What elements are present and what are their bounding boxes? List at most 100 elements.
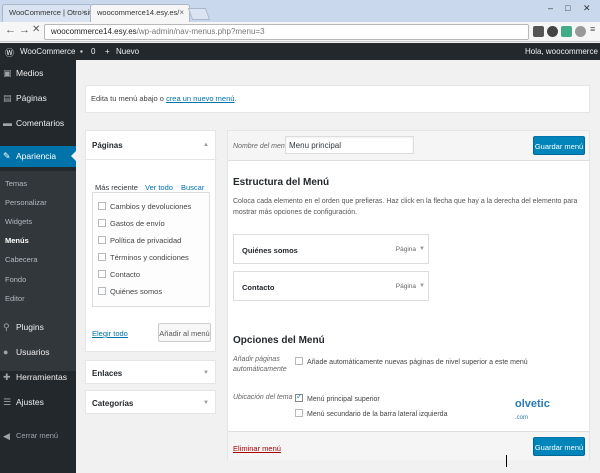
- checkbox[interactable]: [295, 409, 303, 417]
- sidebar-item-label: Comentarios: [16, 118, 65, 128]
- list-item[interactable]: Política de privacidad: [98, 236, 181, 245]
- tab-mas-reciente[interactable]: Más reciente: [95, 183, 138, 192]
- checkbox-checked[interactable]: [295, 392, 303, 402]
- structure-description: Coloca cada elemento en el orden que pre…: [233, 198, 578, 216]
- admin-sidebar: ▣ Medios ▤ Páginas ▬ Comentarios ✎ Apari…: [0, 60, 76, 473]
- structure-title: Estructura del Menú: [233, 177, 330, 188]
- sidebar-item-herramientas[interactable]: ✚ Herramientas: [0, 369, 76, 387]
- sidebar-item-ajustes[interactable]: ☰ Ajustes: [0, 394, 76, 412]
- list-item[interactable]: Cambios y devoluciones: [98, 202, 191, 211]
- checkbox[interactable]: [98, 270, 106, 278]
- collapse-up-icon[interactable]: ▲: [203, 142, 209, 148]
- menu-name-input[interactable]: [285, 136, 414, 154]
- location-secondary[interactable]: Menú secundario de la barra lateral izqu…: [295, 409, 447, 418]
- sidebar-item-usuarios[interactable]: ● Usuarios: [0, 344, 76, 362]
- expand-down-icon[interactable]: ▼: [419, 246, 425, 252]
- wordpress-icon[interactable]: Ⓦ: [5, 46, 14, 59]
- new-tab-button[interactable]: [187, 8, 211, 20]
- stop-icon[interactable]: ✕: [32, 24, 40, 35]
- checkbox[interactable]: [98, 287, 106, 295]
- checkbox[interactable]: [295, 357, 303, 365]
- tab-ver-todo[interactable]: Ver todo: [145, 183, 173, 192]
- pages-checklist: Cambios y devoluciones Gastos de envío P…: [92, 192, 210, 307]
- site-name[interactable]: WooCommerce: [20, 47, 75, 56]
- submenu-cabecera[interactable]: Cabecera: [5, 255, 38, 264]
- submenu-menus[interactable]: Menús: [5, 236, 29, 245]
- menu-item-quienes-somos[interactable]: Quiénes somos Página ▼: [233, 234, 429, 264]
- gear-icon[interactable]: [547, 26, 558, 37]
- auto-add-option[interactable]: Añade automáticamente nuevas páginas de …: [295, 357, 528, 366]
- tab-buscar[interactable]: Buscar: [181, 183, 204, 192]
- browser-tab-active[interactable]: woocommerce14.esy.es/ ×: [90, 4, 190, 22]
- close-tab-icon[interactable]: ×: [81, 8, 86, 17]
- expand-down-icon[interactable]: ▼: [419, 283, 425, 289]
- qr-icon[interactable]: [533, 26, 544, 37]
- list-item[interactable]: Quiénes somos: [98, 287, 162, 296]
- tools-icon: ✚: [3, 372, 11, 382]
- list-item[interactable]: Términos y condiciones: [98, 253, 189, 262]
- url-path: /wp-admin/nav-menus.php?menu=3: [136, 27, 265, 36]
- submenu-fondo[interactable]: Fondo: [5, 275, 26, 284]
- mouse-cursor: [506, 455, 512, 467]
- expand-down-icon[interactable]: ▼: [203, 400, 209, 406]
- users-icon: ●: [3, 347, 9, 357]
- user-greeting[interactable]: Hola, woocommerce: [525, 47, 598, 56]
- location-primary[interactable]: Menú principal superior: [295, 392, 380, 403]
- save-menu-button[interactable]: Guardar menú: [533, 136, 585, 155]
- collapse-icon: ◀: [3, 431, 10, 441]
- sidebar-collapse[interactable]: ◀ Cerrar menú: [0, 428, 76, 446]
- minimize-icon[interactable]: –: [548, 3, 553, 13]
- checkbox[interactable]: [98, 236, 106, 244]
- settings-icon: ☰: [3, 397, 12, 407]
- tab-title: woocommerce14.esy.es/: [97, 8, 180, 17]
- add-to-menu-button[interactable]: Añadir al menú: [158, 323, 211, 342]
- back-icon[interactable]: ←: [5, 24, 16, 36]
- new-content-link[interactable]: Nuevo: [116, 47, 139, 56]
- menu-name-label: Nombre del menú: [233, 143, 289, 150]
- extension-icon[interactable]: [561, 26, 572, 37]
- plus-icon[interactable]: +: [105, 47, 110, 56]
- edit-menu-notice: Edita tu menú abajo o crea un nuevo menú…: [85, 85, 590, 113]
- expand-down-icon[interactable]: ▼: [203, 370, 209, 376]
- links-box-title: Enlaces: [92, 369, 123, 378]
- address-bar[interactable]: woocommerce14.esy.es/wp-admin/nav-menus.…: [44, 24, 529, 40]
- forward-icon[interactable]: →: [19, 24, 30, 36]
- sidebar-item-medios[interactable]: ▣ Medios: [0, 65, 76, 83]
- checkbox[interactable]: [98, 202, 106, 210]
- submenu-widgets[interactable]: Widgets: [5, 217, 32, 226]
- comment-icon[interactable]: ▪: [80, 47, 83, 56]
- maximize-icon[interactable]: □: [565, 3, 570, 13]
- submenu-editor[interactable]: Editor: [5, 294, 25, 303]
- close-window-icon[interactable]: ✕: [583, 3, 591, 14]
- sidebar-item-apariencia[interactable]: ✎ Apariencia: [0, 146, 76, 167]
- create-new-menu-link[interactable]: crea un nuevo menú: [166, 94, 234, 103]
- menu-icon[interactable]: ≡: [590, 24, 595, 34]
- browser-tab[interactable]: WooCommerce | Otro siti ×: [2, 4, 92, 22]
- sidebar-item-paginas[interactable]: ▤ Páginas: [0, 90, 76, 108]
- categories-box[interactable]: Categorías ▼: [85, 390, 216, 414]
- close-tab-icon[interactable]: ×: [179, 8, 184, 17]
- options-title: Opciones del Menú: [233, 335, 325, 346]
- checkbox[interactable]: [98, 219, 106, 227]
- list-item[interactable]: Contacto: [98, 270, 140, 279]
- delete-menu-link[interactable]: Eliminar menú: [233, 444, 281, 453]
- sidebar-item-plugins[interactable]: ⚲ Plugins: [0, 319, 76, 337]
- pages-box-title[interactable]: Páginas: [92, 141, 123, 150]
- sidebar-item-label: Ajustes: [16, 397, 44, 407]
- wp-admin-bar: Ⓦ WooCommerce ▪ 0 + Nuevo Hola, woocomme…: [0, 43, 600, 60]
- links-box[interactable]: Enlaces ▼: [85, 360, 216, 384]
- comment-count[interactable]: 0: [91, 47, 95, 56]
- menu-item-contacto[interactable]: Contacto Página ▼: [233, 271, 429, 301]
- sidebar-item-label: Cerrar menú: [16, 431, 59, 440]
- checkbox[interactable]: [98, 253, 106, 261]
- tab-title: WooCommerce | Otro siti: [9, 8, 92, 17]
- save-menu-button[interactable]: Guardar menú: [533, 437, 585, 456]
- submenu-personalizar[interactable]: Personalizar: [5, 198, 47, 207]
- select-all-link[interactable]: Elegir todo: [92, 329, 128, 338]
- list-item[interactable]: Gastos de envío: [98, 219, 165, 228]
- submenu-temas[interactable]: Temas: [5, 179, 27, 188]
- extension-icon[interactable]: [575, 26, 586, 37]
- sidebar-item-comentarios[interactable]: ▬ Comentarios: [0, 115, 76, 133]
- pages-box: Páginas ▲ Más reciente Ver todo Buscar C…: [85, 130, 217, 352]
- theme-location-label: Ubicación del tema: [233, 394, 293, 401]
